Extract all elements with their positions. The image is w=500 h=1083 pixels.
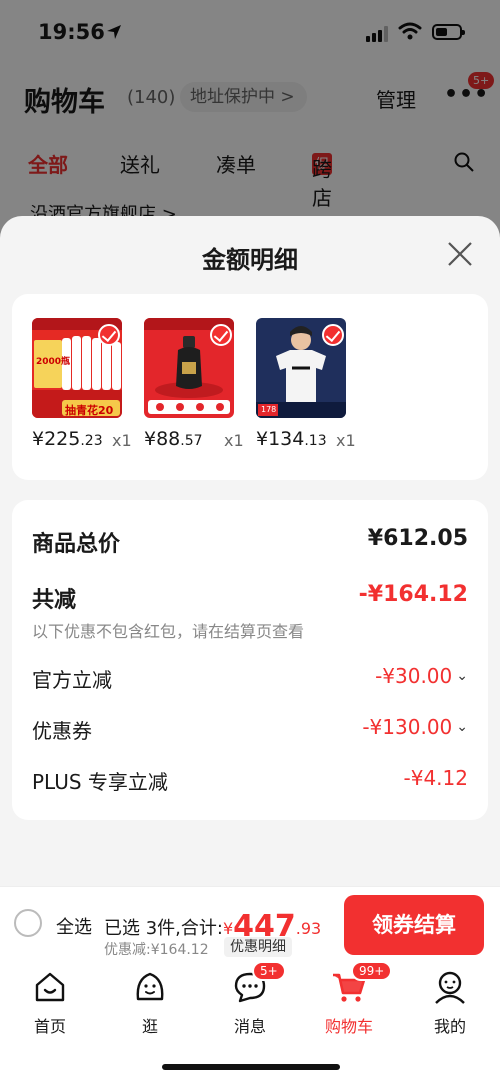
nav-profile-label: 我的	[433, 1017, 466, 1036]
nav-home-label: 首页	[33, 1017, 66, 1036]
total-amount-dec: .93	[295, 919, 322, 938]
selected-items-card: 2000瓶 抽青花20 ¥225.23 x1 ¥88.57 x1 178 ¥13…	[12, 294, 488, 480]
price-int: ¥225	[32, 428, 81, 450]
coupon-row[interactable]: 优惠券 -¥130.00 ⌄	[32, 715, 468, 747]
product-price: ¥134.13	[256, 428, 327, 450]
nav-messages[interactable]: 5+ 消息	[210, 961, 290, 1037]
product-quantity: x1	[224, 431, 244, 450]
sheet-title: 金额明细	[202, 246, 298, 274]
home-icon	[35, 972, 65, 1002]
product-thumb-caption: 178	[261, 405, 277, 414]
total-value: ¥612.05	[367, 526, 468, 551]
selected-check-icon	[210, 324, 232, 346]
nav-cart-label: 购物车	[324, 1017, 373, 1036]
plus-discount-label: PLUS 专享立减	[32, 770, 168, 794]
selected-check-icon	[322, 324, 344, 346]
coupon-value: -¥130.00 ⌄	[362, 715, 468, 739]
price-summary-card: 商品总价 ¥612.05 共减 -¥164.12 以下优惠不包含红包，请在结算页…	[12, 500, 488, 820]
messages-badge: 5+	[252, 961, 286, 981]
selected-count-text: 已选 3件,合计:	[104, 918, 223, 939]
reduction-row: 共减 -¥164.12	[32, 582, 468, 614]
discount-note: 以下优惠不包含红包，请在结算页查看	[32, 622, 305, 641]
nav-browse[interactable]: 逛	[110, 969, 190, 1037]
selected-check-icon	[98, 324, 120, 346]
checkout-bar: 全选 已选 3件,合计:¥447.93 优惠减:¥164.12 优惠明细 领券结…	[0, 886, 500, 961]
product-price: ¥88.57	[144, 428, 203, 450]
discount-summary: 优惠减:¥164.12	[104, 942, 209, 958]
nav-cart[interactable]: 99+ 购物车	[309, 961, 393, 1037]
product-quantity: x1	[112, 431, 132, 450]
nav-profile[interactable]: 我的	[410, 969, 490, 1037]
total-label: 商品总价	[32, 532, 121, 557]
price-int: ¥88	[144, 428, 181, 450]
nav-messages-label: 消息	[233, 1017, 266, 1036]
nav-home[interactable]: 首页	[10, 969, 90, 1037]
official-discount-amount: -¥30.00	[375, 664, 453, 688]
currency-symbol: ¥	[222, 919, 234, 938]
profile-icon	[435, 971, 465, 1004]
price-dec: .23	[80, 433, 103, 449]
official-discount-label: 官方立减	[32, 668, 112, 692]
coupon-label: 优惠券	[32, 719, 92, 743]
product-quantity: x1	[336, 431, 356, 450]
nav-browse-label: 逛	[141, 1017, 158, 1036]
price-int: ¥134	[256, 428, 305, 450]
official-discount-row[interactable]: 官方立减 -¥30.00 ⌄	[32, 664, 468, 696]
plus-discount-row: PLUS 专享立减 -¥4.12	[32, 766, 468, 798]
close-icon[interactable]	[446, 240, 474, 268]
product-thumb-caption: 抽青花20	[65, 404, 114, 417]
product-price: ¥225.23	[32, 428, 103, 450]
chevron-down-icon: ⌄	[456, 668, 468, 684]
reduction-label: 共减	[32, 588, 77, 613]
discount-detail-button[interactable]: 优惠明细	[224, 937, 292, 957]
price-dec: .57	[180, 433, 203, 449]
plus-discount-value: -¥4.12	[403, 766, 468, 790]
home-indicator	[162, 1064, 340, 1070]
cart-badge: 99+	[351, 961, 393, 981]
reduction-value: -¥164.12	[358, 582, 468, 607]
price-dec: .13	[304, 433, 327, 449]
select-all-label[interactable]: 全选	[56, 913, 92, 939]
product-badge-text: 2000瓶	[36, 357, 71, 367]
checkout-button[interactable]: 领券结算	[344, 895, 484, 955]
total-row: 商品总价 ¥612.05	[32, 526, 468, 558]
chevron-down-icon: ⌄	[456, 719, 468, 735]
official-discount-value: -¥30.00 ⌄	[375, 664, 468, 688]
select-all-radio[interactable]	[14, 909, 42, 937]
browse-face-icon	[136, 972, 164, 1001]
coupon-amount: -¥130.00	[362, 715, 453, 739]
